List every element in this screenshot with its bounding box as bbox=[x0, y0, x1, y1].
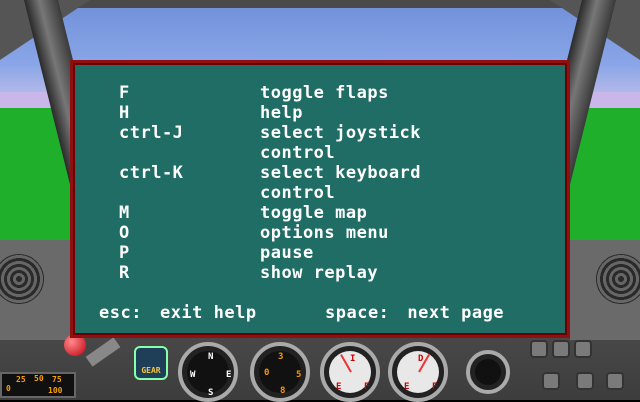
space-key-label: space: bbox=[325, 303, 390, 323]
help-desc: toggle flaps bbox=[260, 83, 389, 103]
vent-right-icon bbox=[596, 254, 640, 304]
gear-button[interactable]: GEAR bbox=[134, 346, 168, 380]
help-row: H help bbox=[119, 103, 421, 123]
help-row: F toggle flaps bbox=[119, 83, 421, 103]
toggle-switch[interactable] bbox=[606, 372, 624, 390]
compass-s: S bbox=[208, 388, 214, 398]
help-desc: control bbox=[260, 183, 336, 203]
airspeed-strip: 0 25 50 75 100 bbox=[0, 372, 76, 398]
help-key bbox=[119, 183, 260, 203]
help-row: control bbox=[119, 143, 421, 163]
help-desc: select joystick bbox=[260, 123, 422, 143]
help-key: H bbox=[119, 103, 130, 123]
help-desc: control bbox=[260, 143, 336, 163]
help-key: M bbox=[119, 203, 130, 223]
help-key: F bbox=[119, 83, 130, 103]
help-key bbox=[119, 143, 260, 163]
gauge-right-e: E bbox=[404, 382, 410, 392]
speed-mark: 75 bbox=[52, 375, 62, 384]
compass-w: W bbox=[190, 370, 196, 380]
help-desc: options menu bbox=[260, 223, 389, 243]
help-row: ctrl-K select keyboard bbox=[119, 163, 421, 183]
altimeter-mark: 8 bbox=[280, 386, 286, 396]
help-row: R show replay bbox=[119, 263, 421, 283]
speed-mark: 50 bbox=[34, 374, 44, 383]
toggle-switch[interactable] bbox=[542, 372, 560, 390]
altimeter-mark: 5 bbox=[296, 370, 302, 380]
help-desc: help bbox=[260, 103, 303, 123]
help-key: ctrl-J bbox=[119, 123, 184, 143]
help-desc: show replay bbox=[260, 263, 379, 283]
exit-help-hint[interactable]: esc: exit help bbox=[99, 303, 257, 323]
canopy-top-frame bbox=[0, 0, 640, 8]
toggle-switch[interactable] bbox=[576, 372, 594, 390]
help-row: ctrl-J select joystick bbox=[119, 123, 421, 143]
help-row: O options menu bbox=[119, 223, 421, 243]
toggle-switch[interactable] bbox=[530, 340, 548, 358]
toggle-switch[interactable] bbox=[574, 340, 592, 358]
help-key: R bbox=[119, 263, 130, 283]
gauge-left-e: E bbox=[336, 382, 342, 392]
help-desc: select keyboard bbox=[260, 163, 422, 183]
help-row: P pause bbox=[119, 243, 421, 263]
next-page-label: next page bbox=[407, 303, 505, 323]
gauge-right-f: F bbox=[432, 382, 438, 392]
compass-e: E bbox=[226, 370, 232, 380]
compass-gauge: N S E W bbox=[178, 342, 238, 402]
next-page-hint[interactable]: space: next page bbox=[325, 303, 504, 323]
clock-face bbox=[475, 359, 501, 385]
compass-n: N bbox=[208, 352, 214, 362]
altimeter-mark: 0 bbox=[264, 368, 270, 378]
altimeter-mark: 3 bbox=[278, 352, 284, 362]
altimeter-gauge: 0 3 5 8 bbox=[250, 342, 310, 402]
gauge-left-label: I bbox=[350, 354, 356, 364]
help-row: control bbox=[119, 183, 421, 203]
help-desc: pause bbox=[260, 243, 314, 263]
speed-mark: 100 bbox=[48, 386, 63, 395]
help-footer: esc: exit help space: next page bbox=[95, 303, 555, 323]
help-key: O bbox=[119, 223, 130, 243]
help-key: ctrl-K bbox=[119, 163, 184, 183]
gear-label: GEAR bbox=[141, 366, 161, 375]
speed-mark: 25 bbox=[16, 375, 26, 384]
fuel-gauge-left: I E F bbox=[320, 342, 380, 402]
switch-panel bbox=[522, 338, 632, 400]
exit-help-label: exit help bbox=[159, 303, 257, 323]
speed-mark: 0 bbox=[6, 384, 11, 393]
gauge-left-f: F bbox=[364, 382, 370, 392]
help-key-list: F toggle flaps H help ctrl-J select joys… bbox=[119, 83, 421, 283]
toggle-switch[interactable] bbox=[552, 340, 570, 358]
help-key: P bbox=[119, 243, 130, 263]
clock-gauge bbox=[466, 350, 510, 394]
help-panel: F toggle flaps H help ctrl-J select joys… bbox=[70, 60, 570, 338]
fuel-gauge-right: D E F bbox=[388, 342, 448, 402]
help-row: M toggle map bbox=[119, 203, 421, 223]
help-desc: toggle map bbox=[260, 203, 368, 223]
esc-key-label: esc: bbox=[99, 303, 142, 323]
